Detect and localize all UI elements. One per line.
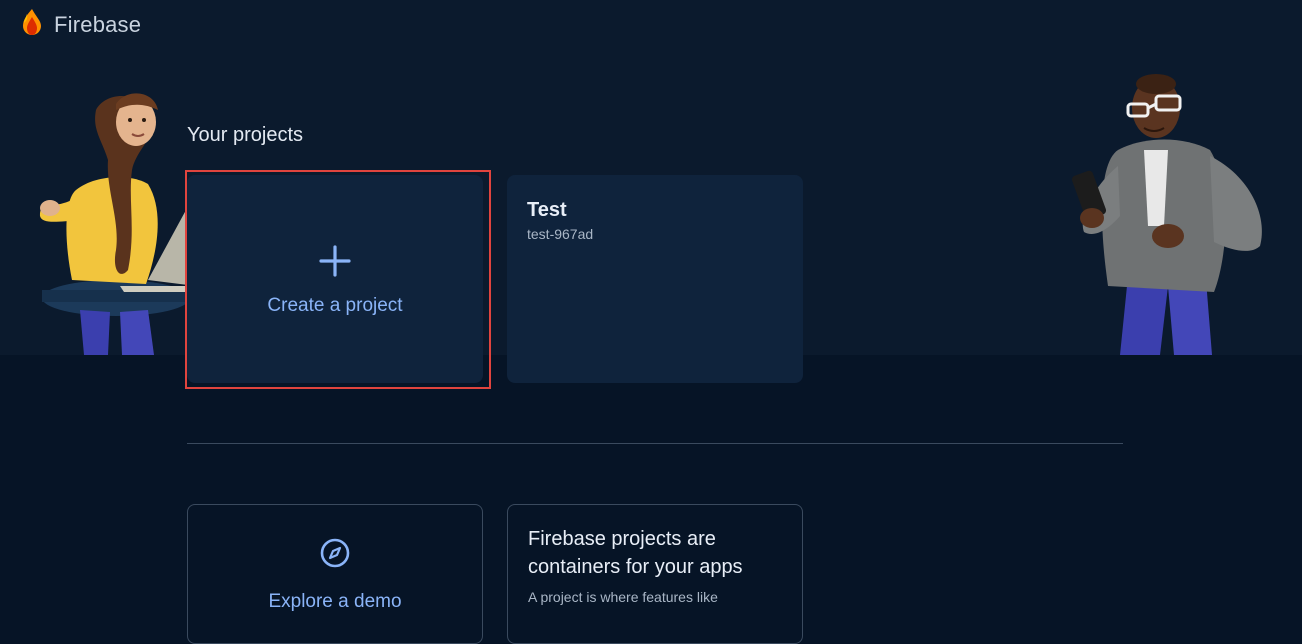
info-description: A project is where features like (528, 589, 718, 605)
info-title-line-2: containers for your apps (528, 556, 743, 578)
plus-icon (319, 245, 351, 277)
brand-name: Firebase (54, 11, 142, 37)
projects-info-card: Firebase projects are containers for you… (507, 504, 803, 644)
compass-icon (320, 538, 350, 568)
explore-demo-card[interactable]: Explore a demo (187, 504, 483, 644)
project-id: test-967ad (527, 226, 594, 242)
firebase-flame-icon (20, 8, 44, 41)
top-bar: Firebase (0, 0, 1302, 48)
project-card-test[interactable]: Test test-967ad (507, 175, 803, 383)
info-title-line-1: Firebase projects are (528, 528, 716, 550)
section-divider (187, 443, 1123, 444)
woman-illustration (36, 80, 196, 355)
create-project-card[interactable]: Create a project (187, 175, 483, 383)
section-title-your-projects: Your projects (187, 124, 303, 146)
man-illustration (1064, 66, 1274, 355)
project-name: Test (527, 199, 567, 221)
firebase-logo[interactable]: Firebase (20, 8, 141, 41)
explore-demo-label: Explore a demo (268, 591, 402, 612)
info-title: Firebase projects are containers for you… (528, 525, 782, 581)
create-project-label: Create a project (267, 295, 403, 316)
